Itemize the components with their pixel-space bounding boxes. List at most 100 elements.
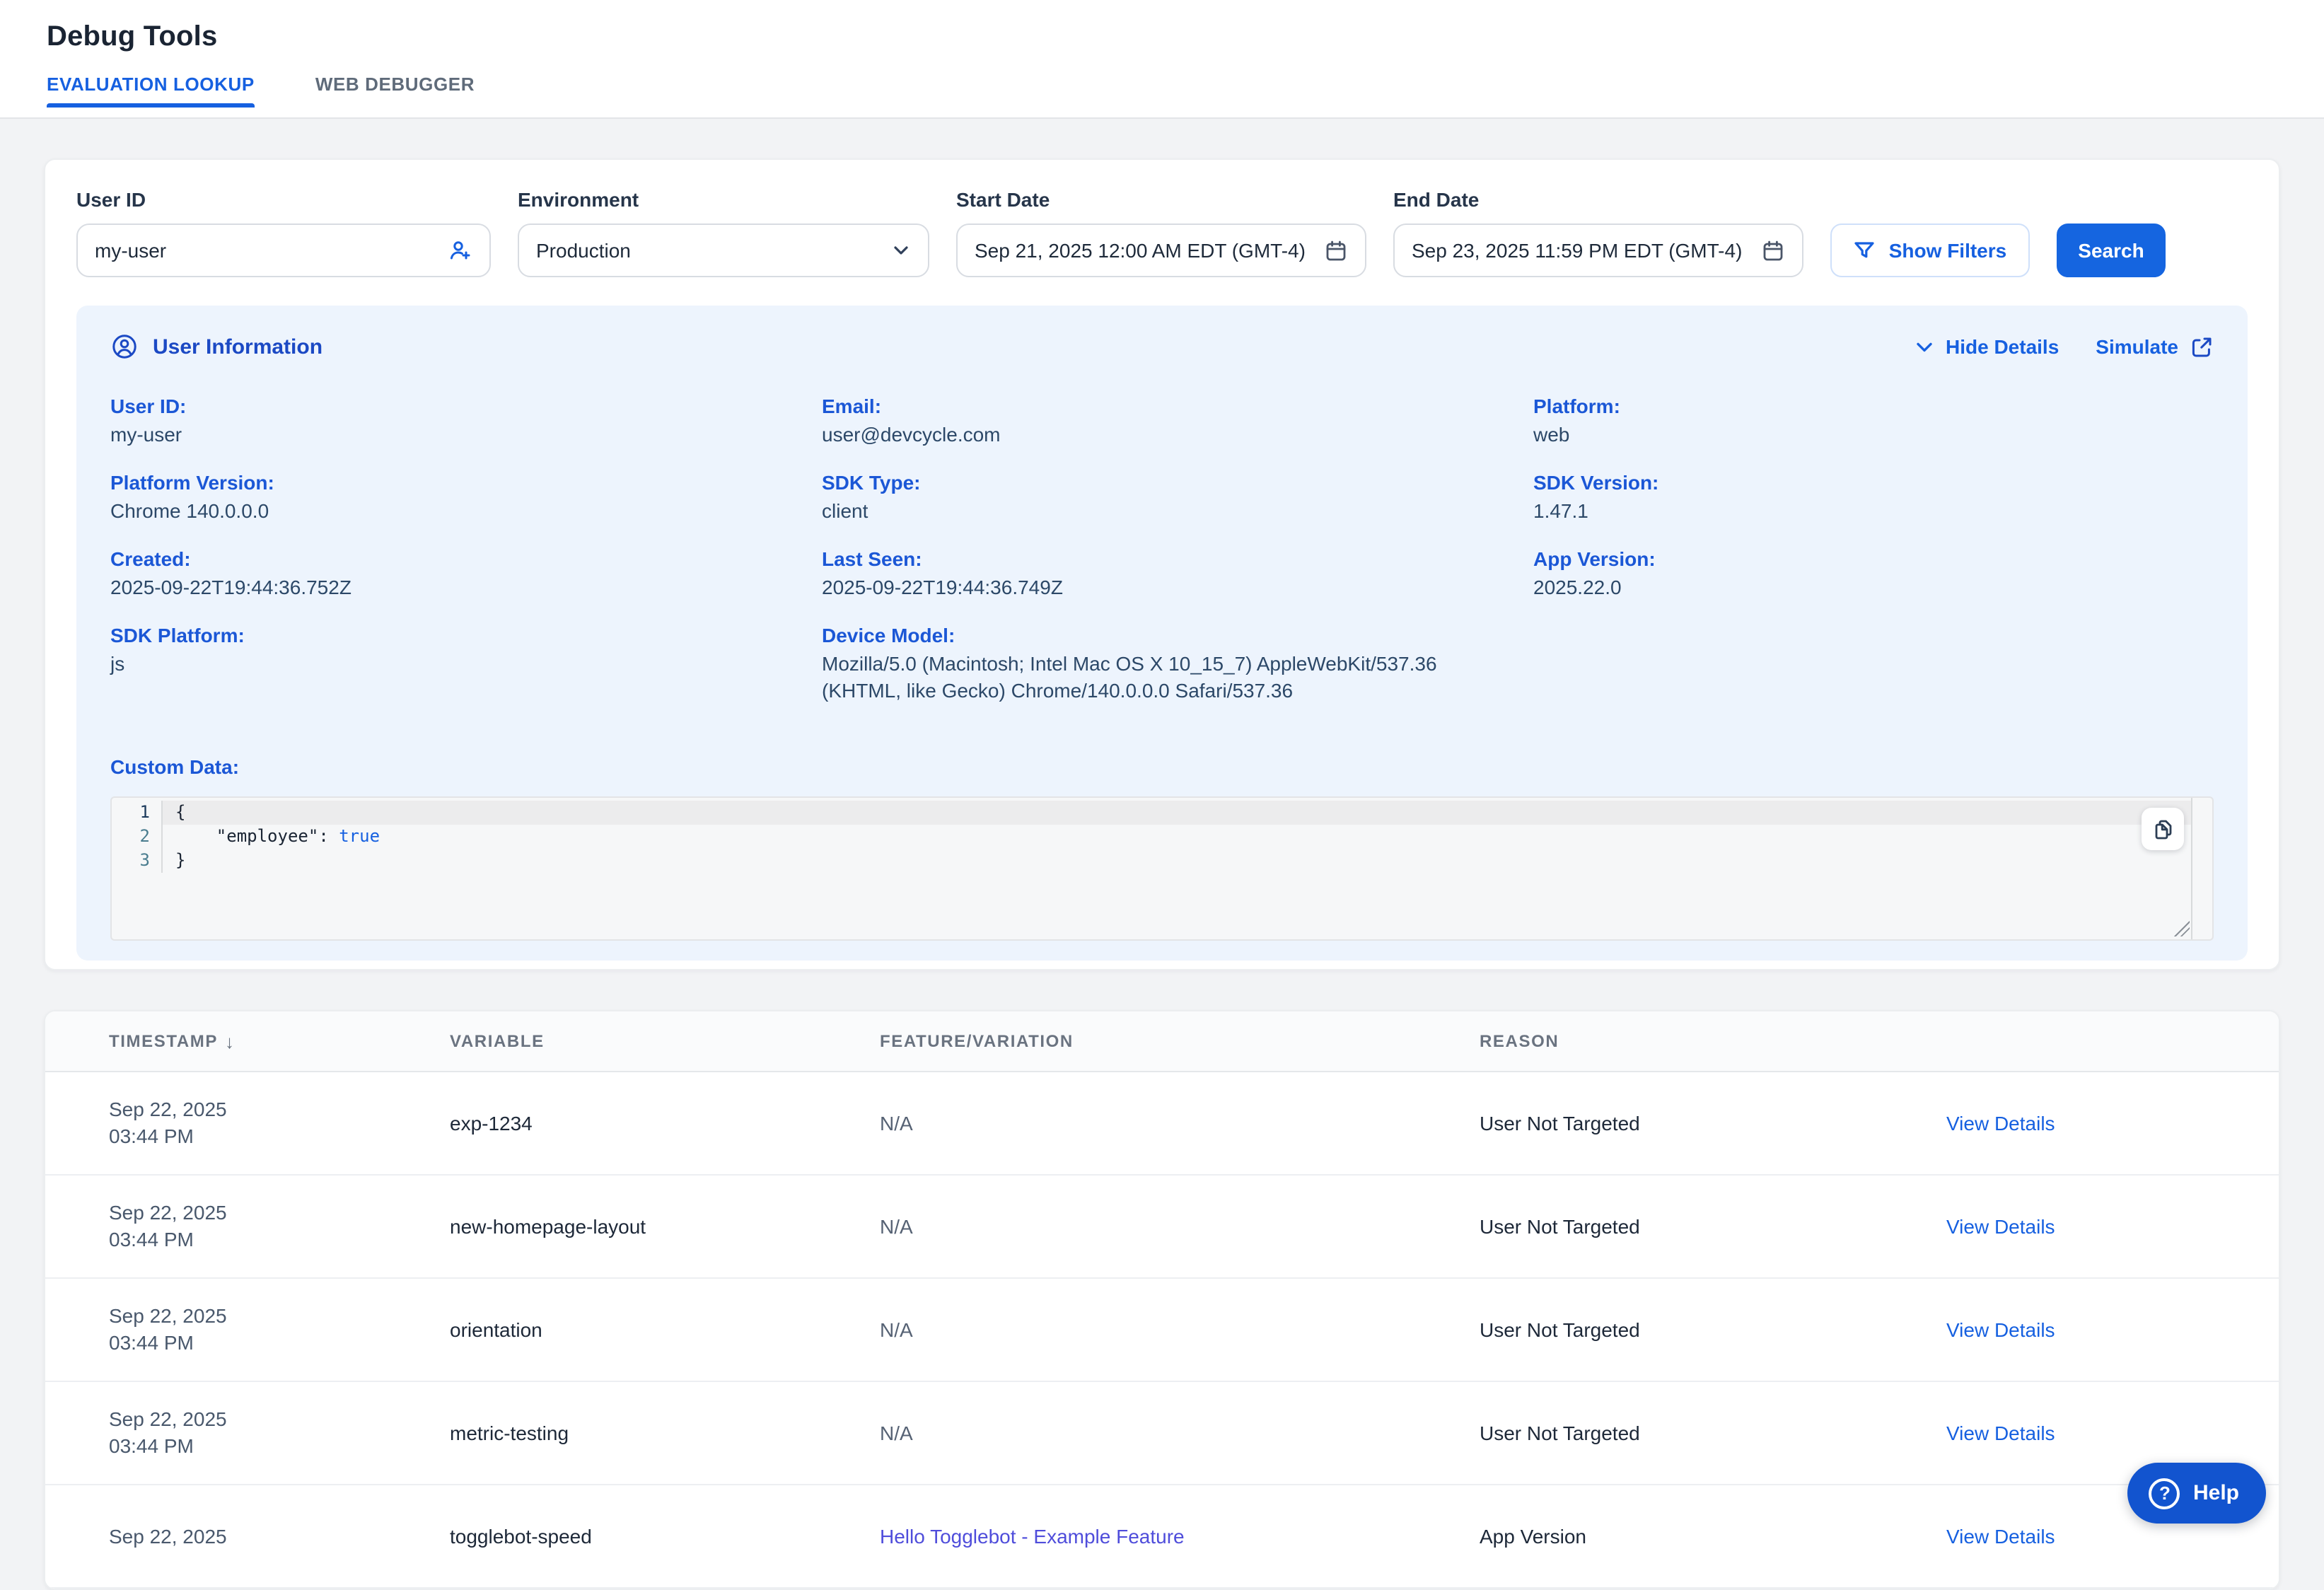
tab-evaluation-lookup[interactable]: EVALUATION LOOKUP bbox=[47, 74, 255, 108]
info-label: SDK Type: bbox=[822, 470, 1465, 497]
view-details-link[interactable]: View Details bbox=[1946, 1112, 2245, 1135]
info-value: 1.47.1 bbox=[1533, 498, 2146, 525]
sort-descending-icon: ↓ bbox=[225, 1031, 236, 1052]
column-header-reason[interactable]: REASON bbox=[1480, 1031, 1946, 1051]
column-header-feature-variation[interactable]: FEATURE/VARIATION bbox=[880, 1031, 1480, 1051]
code-line-3: 3} bbox=[112, 849, 2212, 873]
custom-data-editor[interactable]: 1{ 2 "employee": true 3} bbox=[110, 796, 2214, 941]
row-time: 03:44 PM bbox=[109, 1433, 450, 1460]
environment-label: Environment bbox=[518, 188, 929, 211]
chevron-down-icon bbox=[1913, 336, 1934, 357]
user-information-panel: User Information Hide Details Simulate bbox=[76, 306, 2248, 961]
info-value: user@devcycle.com bbox=[822, 422, 1465, 448]
table-row: Sep 22, 2025 03:44 PM orientation N/A Us… bbox=[45, 1279, 2279, 1382]
info-field: Email: user@devcycle.com bbox=[822, 393, 1533, 448]
json-key: "employee" bbox=[175, 826, 318, 846]
info-label: Created: bbox=[110, 546, 754, 573]
info-label: SDK Version: bbox=[1533, 470, 2146, 497]
row-date: Sep 22, 2025 bbox=[109, 1303, 450, 1330]
header-label: REASON bbox=[1480, 1031, 1559, 1051]
panel-actions: Hide Details Simulate bbox=[1913, 335, 2214, 359]
variable-cell: metric-testing bbox=[450, 1422, 880, 1444]
info-label: Last Seen: bbox=[822, 546, 1465, 573]
show-filters-button[interactable]: Show Filters bbox=[1830, 224, 2030, 277]
view-details-link[interactable]: View Details bbox=[1946, 1422, 2245, 1444]
code-line-2: 2 "employee": true bbox=[112, 825, 2212, 849]
tab-web-debugger[interactable]: WEB DEBUGGER bbox=[315, 74, 475, 108]
simulate-button[interactable]: Simulate bbox=[2096, 335, 2214, 359]
row-date: Sep 22, 2025 bbox=[109, 1523, 450, 1550]
start-date-input[interactable]: Sep 21, 2025 12:00 AM EDT (GMT-4) bbox=[956, 224, 1366, 277]
user-info-column-3: Platform: web SDK Version: 1.47.1 App Ve… bbox=[1533, 393, 2214, 726]
info-field: App Version: 2025.22.0 bbox=[1533, 546, 2214, 601]
info-label: Email: bbox=[822, 393, 1465, 420]
calendar-icon[interactable] bbox=[1324, 238, 1348, 262]
info-field: Last Seen: 2025-09-22T19:44:36.749Z bbox=[822, 546, 1533, 601]
end-date-input[interactable]: Sep 23, 2025 11:59 PM EDT (GMT-4) bbox=[1393, 224, 1803, 277]
variable-cell: orientation bbox=[450, 1318, 880, 1341]
timestamp-cell: Sep 22, 2025 03:44 PM bbox=[109, 1096, 450, 1150]
start-date-value: Sep 21, 2025 12:00 AM EDT (GMT-4) bbox=[975, 239, 1324, 262]
info-label: SDK Platform: bbox=[110, 622, 754, 649]
feature-cell: N/A bbox=[880, 1112, 1480, 1135]
table-row: Sep 22, 2025 03:44 PM new-homepage-layou… bbox=[45, 1176, 2279, 1279]
help-button[interactable]: ? Help bbox=[2128, 1463, 2266, 1524]
custom-data-label: Custom Data: bbox=[110, 755, 2214, 778]
info-field: Platform Version: Chrome 140.0.0.0 bbox=[110, 470, 822, 525]
info-value: 2025-09-22T19:44:36.752Z bbox=[110, 574, 754, 601]
user-id-field-group: User ID bbox=[76, 188, 491, 277]
row-date: Sep 22, 2025 bbox=[109, 1096, 450, 1123]
header-label: TIMESTAMP bbox=[109, 1031, 218, 1051]
page-content: User ID Environment bbox=[0, 119, 2324, 1590]
environment-select[interactable]: Production bbox=[518, 224, 929, 277]
row-time: 03:44 PM bbox=[109, 1123, 450, 1150]
header-label: VARIABLE bbox=[450, 1031, 545, 1051]
copy-button[interactable] bbox=[2142, 808, 2184, 850]
view-details-link[interactable]: View Details bbox=[1946, 1318, 2245, 1341]
end-date-label: End Date bbox=[1393, 188, 1803, 211]
info-value: 2025-09-22T19:44:36.749Z bbox=[822, 574, 1465, 601]
view-details-link[interactable]: View Details bbox=[1946, 1215, 2245, 1238]
info-label: Platform Version: bbox=[110, 470, 754, 497]
feature-cell: N/A bbox=[880, 1318, 1480, 1341]
calendar-icon[interactable] bbox=[1761, 238, 1785, 262]
table-header-row: TIMESTAMP ↓ VARIABLE FEATURE/VARIATION R… bbox=[45, 1011, 2279, 1072]
column-header-timestamp[interactable]: TIMESTAMP ↓ bbox=[109, 1031, 450, 1052]
info-field: Device Model: Mozilla/5.0 (Macintosh; In… bbox=[822, 622, 1533, 704]
reason-cell: User Not Targeted bbox=[1480, 1422, 1946, 1444]
code-text: { bbox=[163, 801, 2191, 825]
variable-cell: exp-1234 bbox=[450, 1112, 880, 1135]
code-text: } bbox=[163, 849, 2191, 873]
external-link-icon bbox=[2190, 335, 2214, 359]
person-add-icon[interactable] bbox=[447, 238, 472, 263]
hide-details-button[interactable]: Hide Details bbox=[1913, 335, 2059, 358]
timestamp-cell: Sep 22, 2025 bbox=[109, 1523, 450, 1550]
header-label: FEATURE/VARIATION bbox=[880, 1031, 1074, 1051]
info-label: User ID: bbox=[110, 393, 754, 420]
info-field: Platform: web bbox=[1533, 393, 2214, 448]
row-date: Sep 22, 2025 bbox=[109, 1200, 450, 1226]
table-row: Sep 22, 2025 togglebot-speed Hello Toggl… bbox=[45, 1485, 2279, 1589]
reason-cell: User Not Targeted bbox=[1480, 1112, 1946, 1135]
simulate-label: Simulate bbox=[2096, 335, 2178, 358]
info-value: js bbox=[110, 651, 754, 678]
user-id-input[interactable] bbox=[95, 239, 447, 262]
user-circle-icon bbox=[110, 332, 139, 361]
row-time: 03:44 PM bbox=[109, 1330, 450, 1357]
info-label: Platform: bbox=[1533, 393, 2146, 420]
column-header-variable[interactable]: VARIABLE bbox=[450, 1031, 880, 1051]
info-value: client bbox=[822, 498, 1465, 525]
user-information-header: User Information Hide Details Simulate bbox=[110, 332, 2214, 361]
resize-handle[interactable] bbox=[2174, 921, 2190, 936]
variable-cell: togglebot-speed bbox=[450, 1525, 880, 1548]
user-information-title: User Information bbox=[153, 335, 323, 359]
row-time: 03:44 PM bbox=[109, 1226, 450, 1253]
feature-link[interactable]: Hello Togglebot - Example Feature bbox=[880, 1525, 1480, 1548]
code-text: "employee": true bbox=[163, 825, 2191, 849]
hide-details-label: Hide Details bbox=[1946, 335, 2059, 358]
code-lines: 1{ 2 "employee": true 3} bbox=[112, 798, 2212, 873]
search-button[interactable]: Search bbox=[2057, 224, 2166, 277]
variable-cell: new-homepage-layout bbox=[450, 1215, 880, 1238]
reason-cell: App Version bbox=[1480, 1525, 1946, 1548]
view-details-link[interactable]: View Details bbox=[1946, 1525, 2245, 1548]
